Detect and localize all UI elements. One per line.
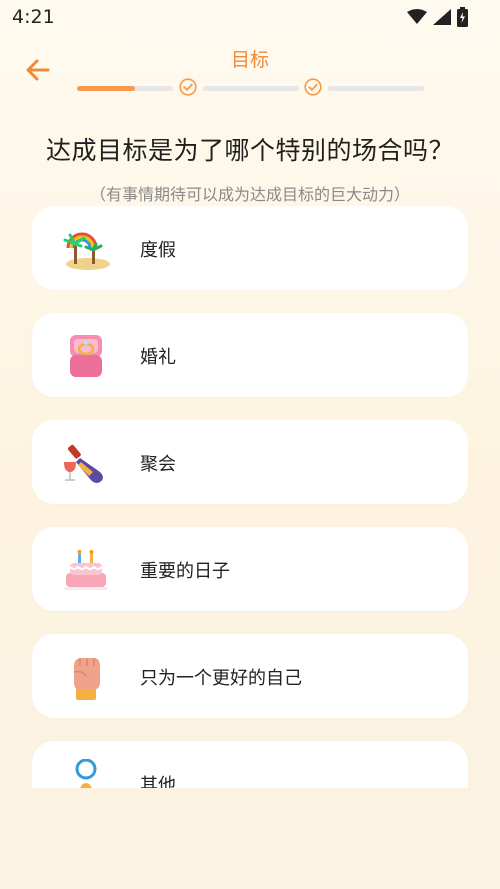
- step-check-icon: [304, 78, 322, 96]
- option-label: 只为一个更好的自己: [140, 668, 302, 689]
- wifi-icon: [407, 9, 427, 24]
- option-label: 聚会: [140, 454, 176, 475]
- status-bar: 4:21: [0, 0, 500, 34]
- option-better-self[interactable]: 只为一个更好的自己: [32, 634, 468, 718]
- medal-icon: [75, 759, 97, 788]
- fist-icon: [73, 658, 100, 700]
- option-label: 婚礼: [140, 347, 176, 368]
- signal-icon: [433, 9, 451, 25]
- option-label: 度假: [140, 240, 176, 261]
- status-icons: [407, 7, 468, 27]
- option-vacation[interactable]: 度假: [32, 206, 468, 290]
- progress-steps: [77, 78, 427, 98]
- option-label: 重要的日子: [140, 561, 230, 582]
- options-list[interactable]: 度假 婚礼 聚会 重要的日子 只为一个更好的自己 其他: [0, 206, 500, 788]
- page-title: 目标: [230, 49, 269, 71]
- ring-box-icon: [70, 335, 102, 377]
- progress-segment-2: [203, 86, 299, 91]
- progress-segment-1: [77, 86, 173, 91]
- battery-icon: [457, 7, 468, 27]
- option-party[interactable]: 聚会: [32, 420, 468, 504]
- progress-fill: [77, 86, 135, 91]
- option-wedding[interactable]: 婚礼: [32, 313, 468, 397]
- cake-icon: [64, 550, 108, 590]
- question-title: 达成目标是为了哪个特别的场合吗？: [45, 136, 454, 165]
- progress-segment-3: [328, 86, 424, 91]
- option-label: 其他: [140, 775, 176, 788]
- option-other[interactable]: 其他: [32, 741, 468, 788]
- header: 目标: [0, 34, 500, 104]
- question-subtitle: （有事情期待可以成为达成目标的巨大动力）: [89, 185, 410, 204]
- wine-icon: [64, 444, 103, 483]
- island-icon: [63, 232, 110, 270]
- option-important-day[interactable]: 重要的日子: [32, 527, 468, 611]
- step-check-icon: [179, 78, 197, 96]
- status-time: 4:21: [12, 6, 55, 28]
